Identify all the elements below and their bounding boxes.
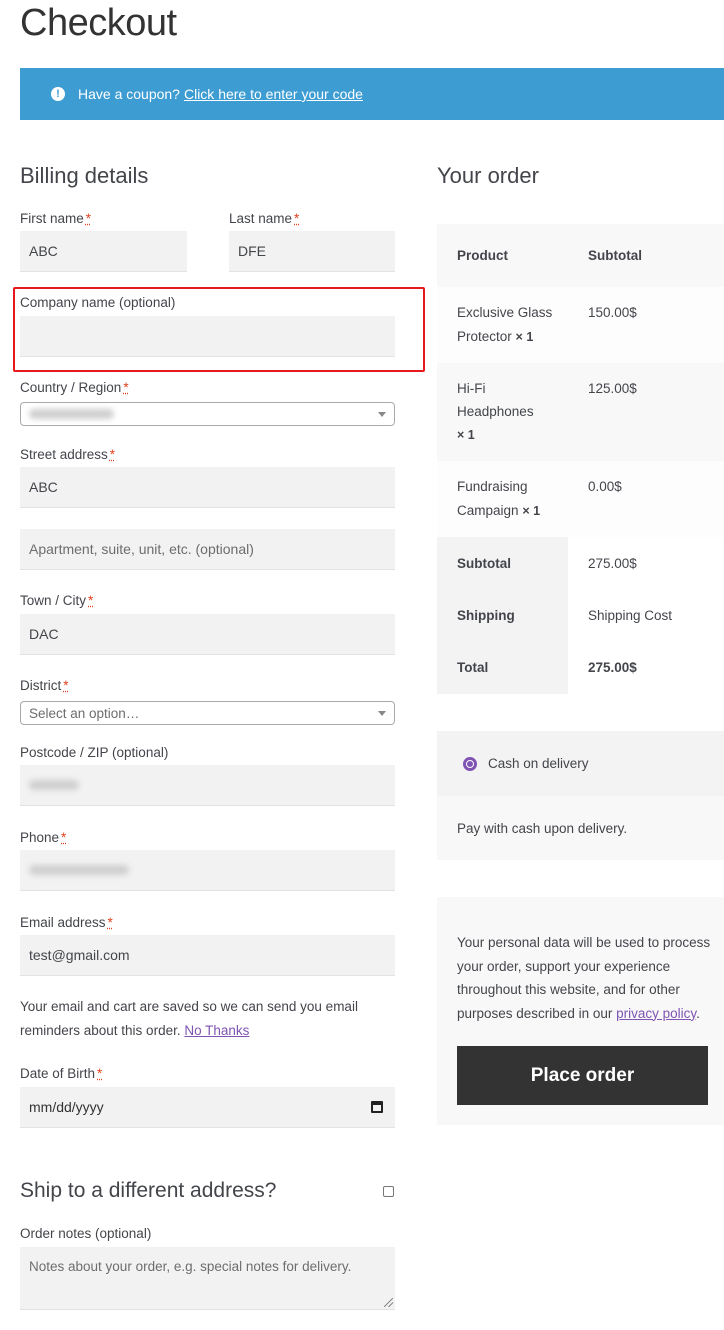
totals-block: Subtotal Shipping Total 275.00$ Shipping…	[437, 537, 724, 694]
district-select[interactable]: Select an option…	[20, 701, 395, 725]
ship-different-title: Ship to a different address?	[20, 1179, 277, 1202]
item-price: 150.00$	[588, 305, 637, 320]
postcode-input[interactable]	[20, 765, 395, 806]
order-notes-label: Order notes (optional)	[20, 1226, 152, 1241]
item-price: 0.00$	[588, 479, 622, 494]
table-row: Fundraising Campaign × 1 0.00$	[437, 461, 724, 537]
apartment-input[interactable]: Apartment, suite, unit, etc. (optional)	[20, 529, 395, 570]
redacted-value	[29, 780, 79, 790]
email-note: Your email and cart are saved so we can …	[20, 999, 358, 1038]
country-select[interactable]	[20, 402, 395, 426]
billing-title: Billing details	[20, 163, 149, 188]
chevron-down-icon	[378, 412, 386, 417]
highlight-box	[13, 287, 425, 372]
district-label: District *	[20, 678, 69, 693]
district-placeholder: Select an option…	[29, 705, 140, 721]
item-price: 125.00$	[588, 381, 637, 396]
order-header-row: Product Subtotal	[437, 224, 724, 287]
dob-placeholder: mm/dd/yyyy	[29, 1099, 104, 1115]
coupon-text: Have a coupon?	[78, 86, 180, 102]
item-name: Fundraising Campaign × 1	[457, 479, 541, 518]
payment-box: Cash on delivery Pay with cash upon deli…	[437, 731, 724, 860]
first-name-input[interactable]: ABC	[20, 231, 187, 272]
redacted-value	[29, 409, 114, 419]
place-order-button[interactable]: Place order	[457, 1046, 708, 1105]
street-label: Street address *	[20, 447, 116, 462]
col-subtotal: Subtotal	[588, 248, 642, 263]
first-name-label: First name *	[20, 211, 92, 226]
postcode-label: Postcode / ZIP (optional)	[20, 745, 169, 760]
table-row: Hi-Fi Headphones × 1 125.00$	[437, 363, 724, 461]
email-input[interactable]: test@gmail.com	[20, 935, 395, 976]
total-value: 275.00$	[588, 659, 637, 675]
payment-method-cod[interactable]: Cash on delivery	[437, 731, 724, 796]
dob-input[interactable]: mm/dd/yyyy	[20, 1087, 395, 1128]
place-order-box: Your personal data will be used to proce…	[437, 897, 724, 1125]
radio-selected-icon[interactable]	[463, 756, 477, 771]
totals-labels: Subtotal Shipping Total	[437, 537, 568, 694]
coupon-banner: ! Have a coupon? Click here to enter you…	[20, 68, 724, 120]
calendar-icon[interactable]	[371, 1101, 383, 1113]
privacy-policy-link[interactable]: privacy policy	[616, 1006, 696, 1021]
phone-label: Phone *	[20, 830, 67, 845]
item-name: Hi-Fi Headphones × 1	[457, 381, 534, 442]
payment-description: Pay with cash upon delivery.	[437, 796, 724, 860]
table-row: Exclusive Glass Protector × 1 150.00$	[437, 287, 724, 363]
subtotal-label: Subtotal	[457, 555, 511, 571]
redacted-value	[29, 865, 129, 875]
order-notes-placeholder: Notes about your order, e.g. special not…	[29, 1259, 352, 1274]
last-name-label: Last name *	[229, 211, 300, 226]
order-notes-textarea[interactable]: Notes about your order, e.g. special not…	[20, 1247, 395, 1310]
order-table: Product Subtotal Exclusive Glass Protecto…	[437, 224, 724, 694]
city-input[interactable]: DAC	[20, 614, 395, 655]
dob-label: Date of Birth *	[20, 1066, 103, 1081]
no-thanks-link[interactable]: No Thanks	[184, 1023, 249, 1038]
subtotal-value: 275.00$	[588, 555, 637, 571]
country-label: Country / Region *	[20, 380, 129, 395]
city-label: Town / City *	[20, 593, 94, 608]
resize-handle-icon[interactable]	[384, 1298, 393, 1307]
privacy-text: Your personal data will be used to proce…	[457, 935, 711, 1021]
shipping-value: Shipping Cost	[588, 607, 673, 623]
email-label: Email address *	[20, 915, 113, 930]
ship-different-checkbox[interactable]	[383, 1186, 394, 1197]
totals-values: 275.00$ Shipping Cost 275.00$	[568, 537, 724, 694]
total-label: Total	[457, 659, 489, 675]
street-input[interactable]: ABC	[20, 467, 395, 508]
order-title: Your order	[437, 163, 539, 188]
phone-input[interactable]	[20, 850, 395, 891]
payment-method-label: Cash on delivery	[488, 756, 589, 771]
col-product: Product	[457, 248, 509, 263]
last-name-input[interactable]: DFE	[229, 231, 395, 272]
chevron-down-icon	[378, 711, 386, 716]
coupon-link[interactable]: Click here to enter your code	[184, 86, 363, 102]
page-title: Checkout	[20, 2, 177, 44]
item-name: Exclusive Glass Protector × 1	[457, 305, 553, 344]
shipping-label: Shipping	[457, 607, 515, 623]
info-icon: !	[51, 87, 65, 101]
